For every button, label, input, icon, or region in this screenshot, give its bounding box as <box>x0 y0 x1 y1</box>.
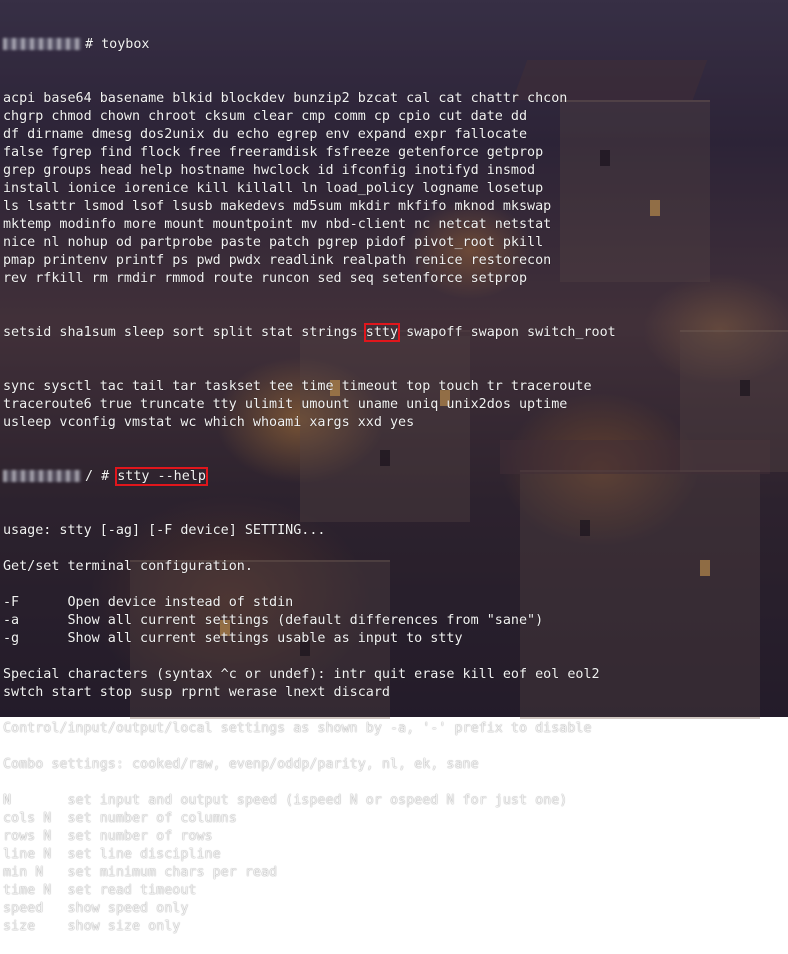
terminal-output-line: acpi base64 basename blkid blockdev bunz… <box>3 91 568 106</box>
stty-help-command: stty --help <box>115 467 208 486</box>
terminal-output-line: rev rfkill rm rmdir rmmod route runcon s… <box>3 271 528 286</box>
terminal-output-line: -F Open device instead of stdin <box>3 595 294 610</box>
terminal-output-line: mktemp modinfo more mount mountpoint mv … <box>3 217 552 232</box>
terminal-output-line: pmap printenv printf ps pwd pwdx readlin… <box>3 253 552 268</box>
terminal-output-line: size show size only <box>3 919 181 934</box>
terminal-output-line: -g Show all current settings usable as i… <box>3 631 463 646</box>
output-text: setsid sha1sum sleep sort split stat str… <box>3 325 366 340</box>
terminal-output-line: sync sysctl tac tail tar taskset tee tim… <box>3 379 592 394</box>
terminal-window[interactable]: # toybox acpi base64 basename blkid bloc… <box>3 0 788 934</box>
output-text: swapoff swapon switch_root <box>398 325 616 340</box>
toybox-output-line: setsid sha1sum sleep sort split stat str… <box>3 323 788 342</box>
terminal-output-line: line N set line discipline <box>3 847 221 862</box>
stty-help-output: usage: stty [-ag] [-F device] SETTING...… <box>3 522 788 936</box>
terminal-output-line: Combo settings: cooked/raw, evenp/oddp/p… <box>3 757 479 772</box>
stty-highlight: stty <box>363 323 401 342</box>
redacted-hostname <box>3 470 81 482</box>
prompt-symbol: / # <box>85 469 110 484</box>
terminal-output-line: traceroute6 true truncate tty ulimit umo… <box>3 397 568 412</box>
command-text: # toybox <box>85 37 150 52</box>
terminal-output-line: Special characters (syntax ^c or undef):… <box>3 667 600 682</box>
prompt-line: # toybox <box>3 36 788 54</box>
terminal-output-line: ls lsattr lsmod lsof lsusb makedevs md5s… <box>3 199 552 214</box>
terminal-output-line: rows N set number of rows <box>3 829 213 844</box>
terminal-output-line: time N set read timeout <box>3 883 197 898</box>
terminal-output-line: Get/set terminal configuration. <box>3 559 253 574</box>
terminal-output-line: usleep vconfig vmstat wc which whoami xa… <box>3 415 415 430</box>
prompt-line: / # stty --help <box>3 467 788 486</box>
terminal-output-line: min N set minimum chars per read <box>3 865 278 880</box>
terminal-output-line: false fgrep find flock free freeramdisk … <box>3 145 544 160</box>
terminal-output-line: cols N set number of columns <box>3 811 237 826</box>
terminal-output-line: speed show speed only <box>3 901 189 916</box>
terminal-output-line: -a Show all current settings (default di… <box>3 613 544 628</box>
terminal-output-line: Control/input/output/local settings as s… <box>3 721 592 736</box>
terminal-output-line: chgrp chmod chown chroot cksum clear cmp… <box>3 109 528 124</box>
toybox-output: acpi base64 basename blkid blockdev bunz… <box>3 90 788 288</box>
terminal-output-line: usage: stty [-ag] [-F device] SETTING... <box>3 523 326 538</box>
terminal-output-line: df dirname dmesg dos2unix du echo egrep … <box>3 127 528 142</box>
redacted-hostname <box>3 38 81 50</box>
toybox-output: sync sysctl tac tail tar taskset tee tim… <box>3 378 788 432</box>
terminal-output-line: grep groups head help hostname hwclock i… <box>3 163 536 178</box>
terminal-output-line: install ionice iorenice kill killall ln … <box>3 181 544 196</box>
terminal-output-line: swtch start stop susp rprnt werase lnext… <box>3 685 390 700</box>
terminal-output-line: N set input and output speed (ispeed N o… <box>3 793 568 808</box>
terminal-output-line: nice nl nohup od partprobe paste patch p… <box>3 235 544 250</box>
